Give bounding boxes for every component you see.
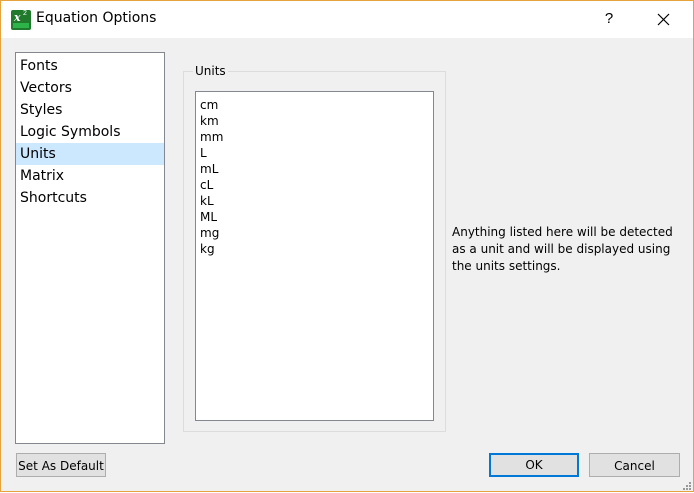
ok-button[interactable]: OK <box>489 453 579 477</box>
unit-entry: mm <box>200 130 224 144</box>
app-equation-icon: x2 <box>11 10 31 30</box>
title-bar: x2 Equation Options ? <box>1 1 693 38</box>
units-info-text: Anything listed here will be detected as… <box>452 225 673 273</box>
unit-entry: ML <box>200 210 218 224</box>
units-group-label: Units <box>193 64 228 78</box>
window-title: Equation Options <box>36 10 157 26</box>
resize-grip-icon[interactable] <box>681 479 691 490</box>
unit-entry: L <box>200 146 207 160</box>
nav-item-vectors[interactable]: Vectors <box>16 77 164 99</box>
unit-entry: mg <box>200 226 220 240</box>
nav-item-styles[interactable]: Styles <box>16 99 164 121</box>
cancel-button[interactable]: Cancel <box>589 453 680 477</box>
set-as-default-button[interactable]: Set As Default <box>16 453 106 477</box>
unit-entry: kL <box>200 194 214 208</box>
dialog-window: x2 Equation Options ? Fonts Vectors Styles… <box>0 0 694 492</box>
nav-item-logic-symbols[interactable]: Logic Symbols <box>16 121 164 143</box>
unit-entry: cL <box>200 178 214 192</box>
unit-entry: kg <box>200 242 215 256</box>
nav-item-fonts[interactable]: Fonts <box>16 55 164 77</box>
unit-entry: mL <box>200 162 219 176</box>
help-icon[interactable]: ? <box>599 9 619 29</box>
units-textarea[interactable]: cm km mm LmL cL kL ML mg kg <box>195 91 434 421</box>
nav-item-units[interactable]: Units <box>16 143 164 165</box>
nav-item-shortcuts[interactable]: Shortcuts <box>16 187 164 209</box>
category-list[interactable]: Fonts Vectors Styles Logic Symbols Units Matr… <box>15 52 165 444</box>
unit-entry: km <box>200 114 219 128</box>
close-icon[interactable] <box>650 7 676 31</box>
nav-item-matrix[interactable]: Matrix <box>16 165 164 187</box>
unit-entry: cm <box>200 98 219 112</box>
